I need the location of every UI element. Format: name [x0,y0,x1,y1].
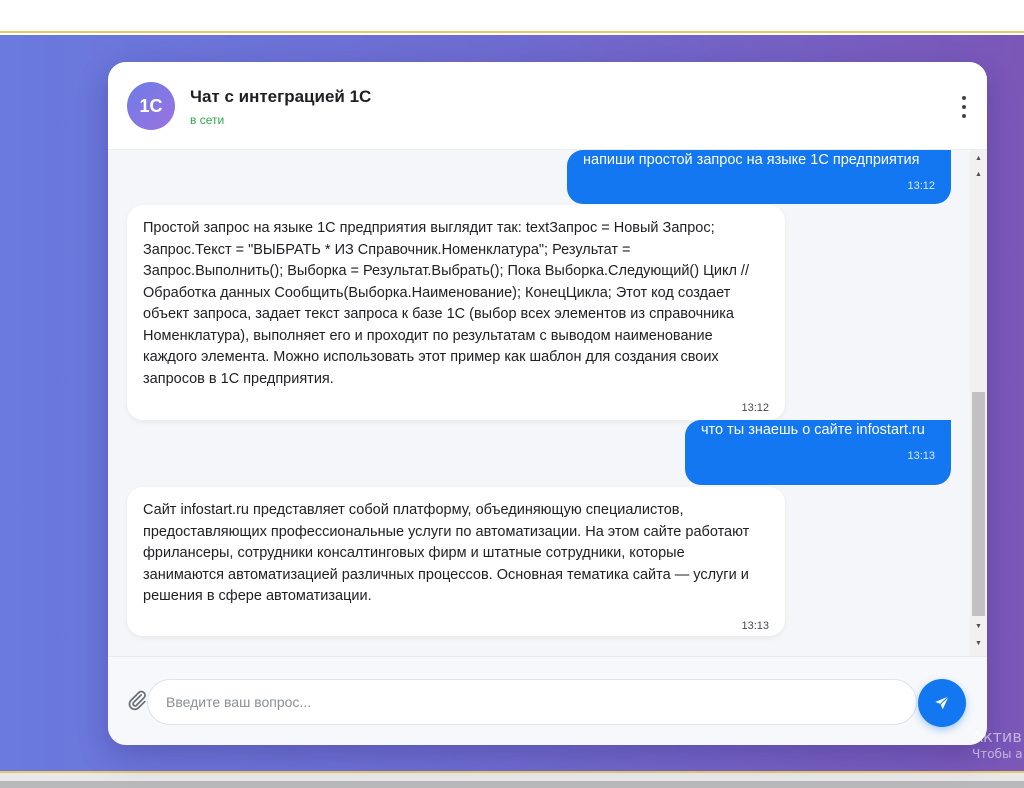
chat-header: 1C Чат с интеграцией 1С в сети [108,62,987,150]
more-vertical-icon[interactable] [954,96,974,118]
messages-area: напиши простой запрос на языке 1С предпр… [108,150,987,656]
message-time: 13:13 [907,449,935,462]
horizontal-scrollbar[interactable] [0,773,1024,788]
chat-window: 1C Чат с интеграцией 1С в сети напиши пр… [108,62,987,745]
message-text: Простой запрос на языке 1С предприятия в… [143,220,749,387]
message-time: 13:12 [907,179,935,192]
send-icon [935,695,950,710]
scroll-down-arrow-icon[interactable]: ▼ [970,637,987,651]
user-message: напиши простой запрос на языке 1С предпр… [567,150,951,204]
message-text: Сайт infostart.ru представляет собой пла… [143,502,750,604]
paperclip-icon[interactable] [126,689,148,711]
user-message: что ты знаешь о сайте infostart.ru 13:13 [685,420,951,485]
scrollbar-thumb[interactable] [972,392,985,616]
message-text: напиши простой запрос на языке 1С предпр… [583,152,920,168]
scroll-up-arrow-icon[interactable]: ▲ [970,168,987,182]
watermark-line-1: Актив [972,727,1022,746]
message-time: 13:12 [741,402,769,414]
send-button[interactable] [918,679,966,727]
chat-title: Чат с интеграцией 1С [190,87,372,106]
question-input[interactable] [147,679,917,725]
messages-scrollbar[interactable]: ▲ ▲ ▼ ▼ [970,150,987,656]
watermark-line-2: Чтобы а [972,747,1023,761]
message-time: 13:13 [741,619,769,632]
status-online: в сети [190,113,225,127]
scroll-down-arrow-icon[interactable]: ▼ [970,620,987,634]
avatar: 1C [127,82,175,130]
windows-activation-watermark: Актив Чтобы а [972,727,1023,761]
input-bar [108,656,987,745]
message-text: что ты знаешь о сайте infostart.ru [701,422,925,438]
scroll-up-arrow-icon[interactable]: ▲ [970,152,987,166]
bot-message: Сайт infostart.ru представляет собой пла… [127,487,785,636]
browser-top-strip [0,0,1024,33]
bot-message: Простой запрос на языке 1С предприятия в… [127,205,785,420]
